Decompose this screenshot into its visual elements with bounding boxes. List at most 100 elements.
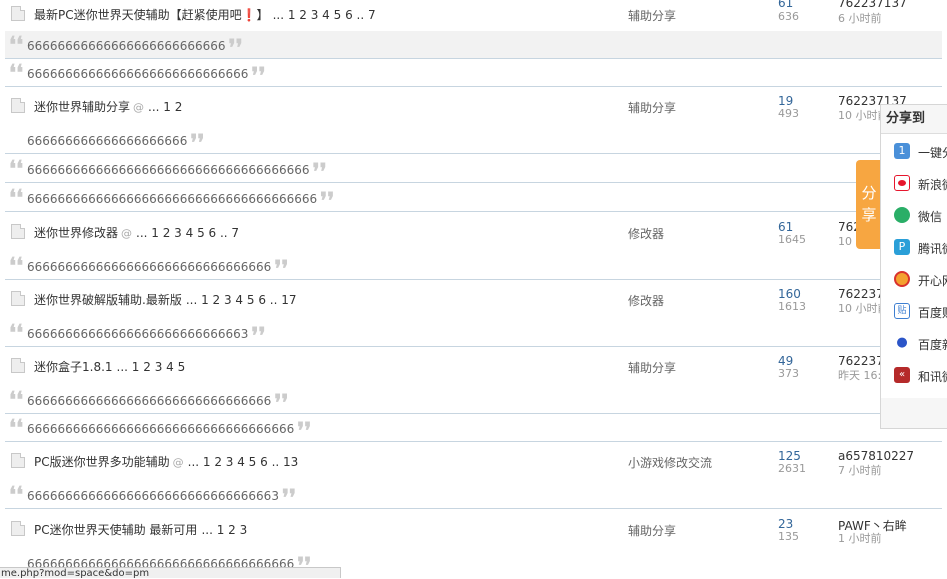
share-item-kaixin[interactable]: 开心网 bbox=[881, 268, 947, 300]
folder-icon bbox=[11, 521, 25, 536]
thread-row[interactable]: 迷你世界修改器 @... 1 2 3 4 5 6 .. 7 修改器 61 1645… bbox=[0, 220, 947, 248]
reply-count[interactable]: 23 bbox=[778, 517, 793, 531]
open-quote-icon: ❛❛ bbox=[9, 415, 24, 441]
folder-icon bbox=[11, 98, 25, 113]
reply-count[interactable]: 49 bbox=[778, 354, 793, 368]
share-item-label: 一键分享 bbox=[918, 146, 947, 160]
reply-count[interactable]: 61 bbox=[778, 0, 793, 10]
open-quote-icon: ❛❛ bbox=[9, 60, 24, 86]
page-links[interactable]: ... 1 2 3 4 5 6 .. 13 bbox=[188, 455, 299, 469]
folder-icon bbox=[11, 6, 25, 21]
thread-row[interactable]: PC版迷你世界多功能辅助 @... 1 2 3 4 5 6 .. 13 小游戏修改… bbox=[0, 449, 947, 477]
thread-title-link[interactable]: 迷你世界辅助分享 @... 1 2 bbox=[34, 98, 182, 115]
baidu-tieba-icon: 贴 bbox=[894, 303, 910, 319]
quote-text: 66666666666666666666666666663 bbox=[27, 327, 249, 341]
forum-link[interactable]: 小游戏修改交流 bbox=[628, 454, 712, 471]
quote-text: 66666666666666666666666666 bbox=[27, 39, 226, 53]
share-tab-label-1: 分 bbox=[861, 184, 877, 202]
share-item-wechat[interactable]: 微信 bbox=[881, 204, 947, 236]
kaixin-icon bbox=[894, 271, 910, 287]
share-item-label: 新浪微博 bbox=[918, 178, 947, 192]
thread-title-link[interactable]: 迷你盒子1.8.1... 1 2 3 4 5 bbox=[34, 358, 185, 375]
view-count: 1645 bbox=[778, 233, 806, 246]
forum-link[interactable]: 修改器 bbox=[628, 292, 664, 309]
share-item-label: 百度贴吧 bbox=[918, 306, 947, 320]
thread-row[interactable]: 迷你世界破解版辅助.最新版... 1 2 3 4 5 6 .. 17 修改器 1… bbox=[0, 287, 947, 315]
share-item-baidu-home[interactable]: ● 百度新首页 bbox=[881, 332, 947, 364]
quote-row: ❛❛ 66666666666666666666666666666 ❜❜ bbox=[5, 59, 942, 87]
last-post-time[interactable]: 昨天 16: bbox=[838, 367, 881, 383]
reply-count[interactable]: 125 bbox=[778, 449, 801, 463]
view-count: 373 bbox=[778, 367, 799, 380]
thread-row[interactable]: PC迷你世界天使辅助 最新可用... 1 2 3 辅助分享 23 135 PAW… bbox=[0, 517, 947, 545]
thread-title-link[interactable]: 最新PC迷你世界天使辅助【赶紧使用吧❗】... 1 2 3 4 5 6 .. 7 bbox=[34, 6, 376, 23]
quote-text: 66666666666666666666666666666666666666 bbox=[27, 192, 318, 206]
status-bar: me.php?mod=space&do=pm bbox=[0, 567, 341, 578]
quote-row: ❛❛ 666666666666666666666666666666663 ❜❜ bbox=[5, 481, 942, 509]
last-poster[interactable]: 762237137 bbox=[838, 0, 907, 10]
reply-count[interactable]: 19 bbox=[778, 94, 793, 108]
quote-text: 66666666666666666666666666666666 bbox=[27, 260, 272, 274]
tencent-weibo-icon: P bbox=[894, 239, 910, 255]
page-links[interactable]: ... 1 2 3 4 5 6 .. 7 bbox=[136, 226, 239, 240]
quote-text: 66666666666666666666666666666666666 bbox=[27, 422, 295, 436]
quote-row: ❛❛ 66666666666666666666666666 ❜❜ bbox=[5, 31, 942, 59]
close-quote-icon: ❜❜ bbox=[274, 390, 289, 416]
last-post-time[interactable]: 1 小时前 bbox=[838, 530, 882, 546]
share-panel-title: 分享到 bbox=[881, 105, 947, 134]
folder-icon bbox=[11, 453, 25, 468]
attachment-icon: @ bbox=[133, 101, 145, 114]
reply-count[interactable]: 160 bbox=[778, 287, 801, 301]
thread-row[interactable]: 最新PC迷你世界天使辅助【赶紧使用吧❗】... 1 2 3 4 5 6 .. 7… bbox=[0, 0, 947, 26]
forum-link[interactable]: 辅助分享 bbox=[628, 522, 676, 539]
forum-link[interactable]: 修改器 bbox=[628, 225, 664, 242]
baidu-paw-icon: ● bbox=[894, 335, 910, 351]
quote-row: ❛❛ 66666666666666666666666666666666 ❜❜ bbox=[5, 386, 942, 414]
share-item-sina-weibo[interactable]: 新浪微博 bbox=[881, 172, 947, 204]
page-links[interactable]: ... 1 2 3 4 5 bbox=[117, 360, 186, 374]
close-quote-icon: ❜❜ bbox=[297, 418, 312, 444]
close-quote-icon: ❜❜ bbox=[190, 130, 205, 156]
share-item-hexun[interactable]: « 和讯微博 bbox=[881, 364, 947, 396]
share-item-label: 腾讯微博 bbox=[918, 242, 947, 256]
share-item-one-click[interactable]: 1 一键分享 bbox=[881, 140, 947, 172]
quote-row: ❛❛ 66666666666666666666666666666666 ❜❜ bbox=[5, 252, 942, 280]
share-tab[interactable]: 分 享 bbox=[856, 160, 882, 249]
last-poster[interactable]: a657810227 bbox=[838, 449, 914, 463]
view-count: 135 bbox=[778, 530, 799, 543]
close-quote-icon: ❜❜ bbox=[228, 35, 243, 61]
last-post-time[interactable]: 6 小时前 bbox=[838, 10, 882, 26]
quote-row: ❛❛ 6666666666666666666666666666666666666… bbox=[5, 155, 942, 183]
last-post-time[interactable]: 7 小时前 bbox=[838, 462, 882, 478]
page-links[interactable]: ... 1 2 3 bbox=[201, 523, 247, 537]
one-click-share-icon: 1 bbox=[894, 143, 910, 159]
forum-link[interactable]: 辅助分享 bbox=[628, 7, 676, 24]
forum-link[interactable]: 辅助分享 bbox=[628, 359, 676, 376]
quote-text: 666666666666666666666 bbox=[27, 134, 188, 148]
folder-icon bbox=[11, 358, 25, 373]
reply-count[interactable]: 61 bbox=[778, 220, 793, 234]
share-item-baidu-tieba[interactable]: 贴 百度贴吧 bbox=[881, 300, 947, 332]
thread-title-link[interactable]: 迷你世界破解版辅助.最新版... 1 2 3 4 5 6 .. 17 bbox=[34, 291, 297, 308]
page-links[interactable]: ... 1 2 3 4 5 6 .. 7 bbox=[273, 8, 376, 22]
wechat-icon bbox=[894, 207, 910, 223]
thread-title-link[interactable]: PC版迷你世界多功能辅助 @... 1 2 3 4 5 6 .. 13 bbox=[34, 453, 298, 470]
close-quote-icon: ❜❜ bbox=[274, 256, 289, 282]
thread-row[interactable]: 迷你盒子1.8.1... 1 2 3 4 5 辅助分享 49 373 76223… bbox=[0, 354, 947, 382]
share-list: 1 一键分享 新浪微博 微信 P 腾讯微博 开心网 贴 百度贴吧 ● 百度新首页… bbox=[881, 134, 947, 398]
quote-row: ❛❛ 6666666666666666666666666666666666666… bbox=[5, 184, 942, 212]
quote-row: ❛❛ 666666666666666666666❜❜ bbox=[5, 126, 942, 154]
close-quote-icon: ❜❜ bbox=[251, 63, 266, 89]
page-links[interactable]: ... 1 2 bbox=[148, 100, 182, 114]
thread-row[interactable]: 迷你世界辅助分享 @... 1 2 辅助分享 19 493 762237137 1… bbox=[0, 94, 947, 122]
forum-link[interactable]: 辅助分享 bbox=[628, 99, 676, 116]
thread-title-link[interactable]: 迷你世界修改器 @... 1 2 3 4 5 6 .. 7 bbox=[34, 224, 239, 241]
view-count: 493 bbox=[778, 107, 799, 120]
page-links[interactable]: ... 1 2 3 4 5 6 .. 17 bbox=[186, 293, 297, 307]
open-quote-icon: ❛❛ bbox=[9, 185, 24, 211]
share-item-tencent-weibo[interactable]: P 腾讯微博 bbox=[881, 236, 947, 268]
open-quote-icon: ❛❛ bbox=[9, 253, 24, 279]
close-quote-icon: ❜❜ bbox=[251, 323, 266, 349]
view-count: 1613 bbox=[778, 300, 806, 313]
thread-title-link[interactable]: PC迷你世界天使辅助 最新可用... 1 2 3 bbox=[34, 521, 247, 538]
